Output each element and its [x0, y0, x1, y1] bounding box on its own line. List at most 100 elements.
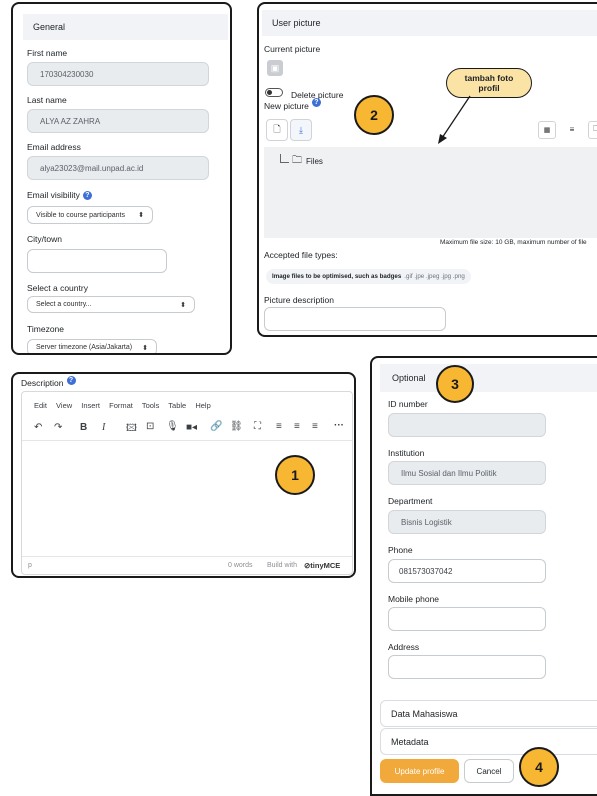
menu-edit[interactable]: Edit	[34, 401, 47, 410]
download-icon: ⤓	[299, 124, 303, 135]
update-profile-button[interactable]: Update profile	[380, 759, 459, 783]
last-name-label: Last name	[27, 95, 67, 105]
city-label: City/town	[27, 234, 62, 244]
video-icon[interactable]: ■◂	[186, 422, 197, 433]
align-right-icon[interactable]: ≡	[312, 421, 318, 432]
step-badge-3: 3	[436, 365, 474, 403]
accepted-types-ext: .gif .jpe .jpeg .jpg .png	[404, 273, 465, 280]
more-icon[interactable]: ···	[334, 420, 344, 431]
menu-table[interactable]: Table	[168, 401, 186, 410]
menu-view[interactable]: View	[56, 401, 72, 410]
description-label: Description?	[21, 376, 76, 388]
current-picture: ▣	[267, 60, 283, 76]
menu-insert[interactable]: Insert	[81, 401, 100, 410]
institution-label: Institution	[388, 448, 425, 458]
phone-input[interactable]: 081573037042	[388, 559, 546, 583]
editor-menubar: Edit View Insert Format Tools Table Help	[34, 401, 211, 410]
help-icon[interactable]: ?	[82, 191, 92, 201]
picture-description-label: Picture description	[264, 295, 334, 305]
first-name-label: First name	[27, 48, 68, 58]
accepted-types-label: Accepted file types:	[264, 250, 338, 260]
timezone-select[interactable]: Server timezone (Asia/Jakarta) ⬍	[27, 339, 157, 353]
fullscreen-icon[interactable]: ⛶	[254, 421, 261, 432]
email-visibility-label: Email visibility?	[27, 190, 92, 201]
delete-picture-toggle[interactable]	[265, 88, 283, 97]
email-visibility-select[interactable]: Visible to course participants ⬍	[27, 206, 153, 224]
timezone-label: Timezone	[27, 324, 65, 334]
email-visibility-value: Visible to course participants	[36, 211, 125, 219]
address-label: Address	[388, 642, 420, 652]
align-left-icon[interactable]: ≡	[276, 421, 282, 432]
editor-statusbar: p 0 words Build with ⊘tinyMCE	[22, 556, 352, 575]
mobile-phone-input[interactable]	[388, 607, 546, 631]
general-header[interactable]: General	[23, 14, 228, 40]
status-path: p	[28, 562, 32, 569]
data-mahasiswa-section[interactable]: Data Mahasiswa	[380, 700, 597, 727]
microphone-icon[interactable]: 🎙	[166, 421, 179, 432]
folder-icon: 🗀	[593, 123, 597, 137]
institution-field: Ilmu Sosial dan Ilmu Politik	[388, 461, 546, 485]
last-name-field: ALYA AZ ZAHRA	[27, 109, 209, 133]
new-picture-label: New picture?	[264, 98, 321, 111]
cancel-button[interactable]: Cancel	[464, 759, 514, 783]
metadata-section[interactable]: Metadata	[380, 728, 597, 755]
step-badge-2: 2	[354, 95, 394, 135]
id-number-field	[388, 413, 546, 437]
list-icon: ≡	[569, 124, 575, 134]
toggle-knob	[267, 90, 272, 95]
tinymce-logo[interactable]: ⊘tinyMCE	[304, 561, 340, 570]
download-button[interactable]: ⤓	[290, 119, 312, 141]
image-icon[interactable]: 🖾	[126, 421, 137, 438]
id-number-label: ID number	[388, 399, 428, 409]
email-visibility-text: Email visibility	[27, 190, 80, 200]
view-icons-button[interactable]: ▦	[538, 121, 556, 139]
help-icon[interactable]: ?	[66, 376, 76, 386]
italic-icon[interactable]: I	[102, 422, 105, 433]
picture-description-input[interactable]	[264, 307, 446, 331]
country-select[interactable]: Select a country... ⬍	[27, 296, 195, 313]
folder-icon: 🗀	[292, 155, 302, 166]
image-icon: ▣	[270, 62, 280, 73]
current-picture-label: Current picture	[264, 44, 321, 54]
menu-format[interactable]: Format	[109, 401, 133, 410]
email-label: Email address	[27, 142, 81, 152]
optional-header[interactable]: Optional	[380, 364, 597, 392]
link-icon[interactable]: 🔗	[210, 421, 222, 432]
help-icon[interactable]: ?	[311, 98, 321, 108]
accepted-types-strong: Image files to be optimised, such as bad…	[272, 273, 402, 280]
user-picture-header[interactable]: User picture	[262, 10, 597, 36]
general-panel: General First name 170304230030 Last nam…	[11, 2, 232, 355]
build-with-text: Build with	[267, 562, 297, 569]
description-text: Description	[21, 378, 64, 388]
bold-icon[interactable]: B	[80, 422, 87, 433]
menu-tools[interactable]: Tools	[142, 401, 160, 410]
city-input[interactable]	[27, 249, 167, 273]
accepted-types-chip: Image files to be optimised, such as bad…	[266, 269, 471, 284]
timezone-value: Server timezone (Asia/Jakarta)	[36, 344, 133, 351]
view-list-button[interactable]: ≡	[564, 121, 580, 137]
first-name-field: 170304230030	[27, 62, 209, 86]
add-file-button[interactable]: 🗋	[266, 119, 288, 141]
department-field: Bisnis Logistik	[388, 510, 546, 534]
optional-panel: Optional ID number Institution Ilmu Sosi…	[370, 356, 597, 796]
data-mahasiswa-label: Data Mahasiswa	[391, 708, 458, 719]
media-icon[interactable]: ⊡	[146, 421, 154, 432]
undo-icon[interactable]: ↶	[34, 422, 42, 433]
file-drop-area[interactable]: 🗀 Files	[264, 147, 597, 238]
new-picture-text: New picture	[264, 101, 309, 111]
email-field: alya23023@mail.unpad.ac.id	[27, 156, 209, 180]
step-badge-1: 1	[275, 455, 315, 495]
menu-help[interactable]: Help	[195, 401, 210, 410]
callout-arrow	[438, 95, 471, 144]
optional-header-label: Optional	[392, 373, 426, 383]
user-picture-panel: User picture Current picture ▣ Delete pi…	[257, 2, 597, 337]
files-tree-item[interactable]: 🗀 Files	[280, 153, 323, 170]
select-caret-icon: ⬍	[142, 344, 148, 352]
address-input[interactable]	[388, 655, 546, 679]
align-center-icon[interactable]: ≡	[294, 421, 300, 432]
select-caret-icon: ⬍	[180, 301, 186, 309]
redo-icon[interactable]: ↷	[54, 422, 62, 433]
grid-icon: ▦	[543, 127, 551, 134]
unlink-icon[interactable]: ⛓	[230, 421, 243, 432]
view-tree-button[interactable]: 🗀	[588, 121, 597, 139]
